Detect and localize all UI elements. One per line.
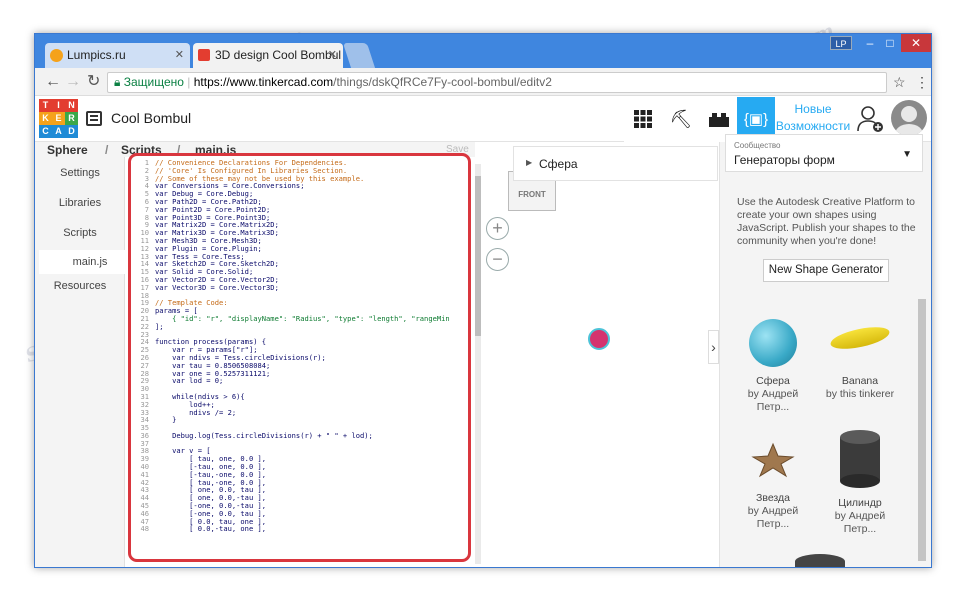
shape-author: by this tinkerer (825, 388, 895, 400)
line-number: 48 (140, 524, 149, 534)
code-line[interactable]: 22]; (137, 321, 450, 331)
bookmark-star-icon[interactable]: ☆ (893, 73, 906, 91)
shape-card-sphere[interactable]: Сфера by Андрей Петр... (733, 319, 813, 414)
secure-label: Защищено (123, 75, 184, 89)
design-title[interactable]: Cool Bombul (111, 110, 191, 126)
sphere-object[interactable] (588, 328, 610, 350)
shape-name: Сфера (756, 375, 790, 387)
new-shape-generator-button[interactable]: New Shape Generator (763, 259, 889, 282)
shape-name: Сфера (539, 157, 578, 171)
shape-name: Цилиндр (838, 497, 882, 509)
back-arrow-icon[interactable]: ← (45, 73, 61, 91)
sidebar-item-main-js[interactable]: main.js (39, 250, 125, 274)
shape-card-banana[interactable]: Banana by this tinkerer (820, 319, 900, 401)
close-tab-icon[interactable]: ✕ (175, 48, 184, 61)
collapse-panel-button[interactable]: › (708, 330, 719, 364)
profile-badge[interactable]: LP (830, 36, 852, 50)
editor-scrollbar[interactable] (475, 164, 481, 564)
code-line[interactable]: 48 [ 0.0,-tau, one ], (137, 525, 450, 533)
editor-scroll-thumb[interactable] (475, 176, 481, 336)
avatar[interactable] (891, 100, 927, 136)
tab-label: Lumpics.ru (67, 48, 126, 62)
shape-card-cylinder[interactable]: Цилиндр by Андрей Петр... (820, 429, 900, 536)
code-text-line: } (155, 415, 177, 425)
tab-label: 3D design Cool Bombul | (215, 48, 343, 62)
script-sidebar: Settings Libraries Scripts main.js Resou… (35, 142, 125, 567)
dropdown-caption: Сообщество (734, 141, 781, 150)
code-line[interactable]: 17 var Vector3D = Core.Vector3D; (137, 282, 450, 292)
sidebar-item-scripts[interactable]: Scripts (35, 227, 125, 239)
code-text-line: ]; (155, 321, 164, 331)
code-line[interactable]: 33 ndivs /= 2; (137, 408, 450, 417)
maximize-button[interactable]: □ (880, 34, 900, 52)
shape-library-dropdown[interactable]: Сообщество Генераторы форм ▼ (725, 134, 923, 172)
dropdown-arrow-icon: ▼ (902, 149, 912, 160)
shape-author: by Андрей Петр... (747, 388, 799, 413)
breadcrumb-root[interactable]: Sphere (47, 143, 88, 157)
shape-properties-header[interactable]: ▶ Сфера (513, 146, 718, 181)
forward-arrow-icon[interactable]: → (65, 73, 81, 91)
code-line[interactable]: 29 var lod = 0; (137, 377, 450, 385)
menu-dots-icon[interactable]: ⋮ (915, 73, 929, 91)
tab-lumpics[interactable]: Lumpics.ru ✕ (45, 43, 190, 68)
dropdown-value: Генераторы форм (734, 153, 835, 167)
tinkercad-favicon-icon (198, 49, 210, 61)
shape-name: Banana (841, 375, 879, 387)
code-text-line: var lod = 0; (155, 376, 224, 386)
zoom-in-button[interactable]: + (486, 217, 509, 240)
browser-window: Lumpics.ru ✕ 3D design Cool Bombul | ✕ L… (34, 33, 932, 568)
code-line[interactable]: 36 Debug.log(Tess.circleDivisions(r) + "… (137, 430, 450, 440)
sidebar-item-libraries[interactable]: Libraries (35, 197, 125, 209)
tinkercad-logo[interactable]: T I N K E R C A D (39, 99, 78, 138)
address-bar: ← → ↻ 🔒︎ Защищено | https://www.tinkerca… (35, 68, 931, 96)
lumpics-favicon-icon (50, 49, 63, 62)
new-features-label-2: Возможности (775, 119, 851, 133)
code-text-line: [ 0.0,-tau, one ], (155, 524, 267, 534)
tab-bar: Lumpics.ru ✕ 3D design Cool Bombul | ✕ L… (35, 34, 931, 68)
panel-scrollbar[interactable] (918, 299, 926, 561)
close-tab-icon[interactable]: ✕ (328, 48, 337, 61)
star-thumbnail (751, 442, 795, 478)
zoom-out-button[interactable]: − (486, 248, 509, 271)
expand-triangle-icon[interactable]: ▶ (526, 158, 532, 167)
code-text-line: Debug.log(Tess.circleDivisions(r) + " " … (155, 430, 373, 440)
code-line[interactable]: 21 { "id": "r", "displayName": "Radius",… (137, 313, 450, 323)
close-window-button[interactable]: ✕ (901, 34, 931, 52)
partial-shape-thumbnail (795, 554, 845, 567)
shape-card-star[interactable]: Звезда by Андрей Петр... (733, 432, 813, 531)
new-tab-button[interactable] (342, 43, 376, 68)
sidebar-item-settings[interactable]: Settings (35, 167, 125, 179)
sidebar-item-resources[interactable]: Resources (35, 280, 125, 292)
tab-tinkercad[interactable]: 3D design Cool Bombul | ✕ (193, 43, 343, 68)
shape-author: by Андрей Петр... (834, 510, 886, 535)
code-text-line: { "id": "r", "displayName": "Radius", "t… (155, 313, 450, 323)
sphere-thumbnail (749, 319, 797, 367)
design-list-icon[interactable] (86, 111, 102, 126)
code-text[interactable]: 1// Convenience Declarations For Depende… (137, 159, 450, 533)
code-editor[interactable]: 1// Convenience Declarations For Depende… (128, 153, 471, 562)
code-line[interactable]: 34 } (137, 416, 450, 424)
add-user-icon[interactable] (857, 104, 885, 134)
lock-icon: 🔒︎ (114, 75, 121, 89)
shape-author: by Андрей Петр... (747, 505, 799, 530)
panel-description: Use the Autodesk Creative Platform to cr… (737, 196, 916, 247)
reload-icon[interactable]: ↻ (87, 73, 100, 91)
url-field[interactable]: 🔒︎ Защищено | https://www.tinkercad.com/… (107, 72, 887, 93)
pickaxe-icon[interactable]: ⛏ (662, 97, 700, 142)
banana-thumbnail (828, 322, 892, 354)
grid-view-icon[interactable] (624, 97, 662, 142)
cylinder-thumbnail (840, 430, 880, 488)
url-path: /things/dskQfRCe7Fy-cool-bombul/editv2 (333, 75, 552, 89)
code-text-line: var Vector3D = Core.Vector3D; (155, 282, 279, 292)
shape-name: Звезда (756, 492, 790, 504)
url-domain: https://www.tinkercad.com (193, 75, 334, 89)
minimize-button[interactable]: – (860, 34, 880, 52)
new-features-label-1: Новые (794, 102, 832, 116)
